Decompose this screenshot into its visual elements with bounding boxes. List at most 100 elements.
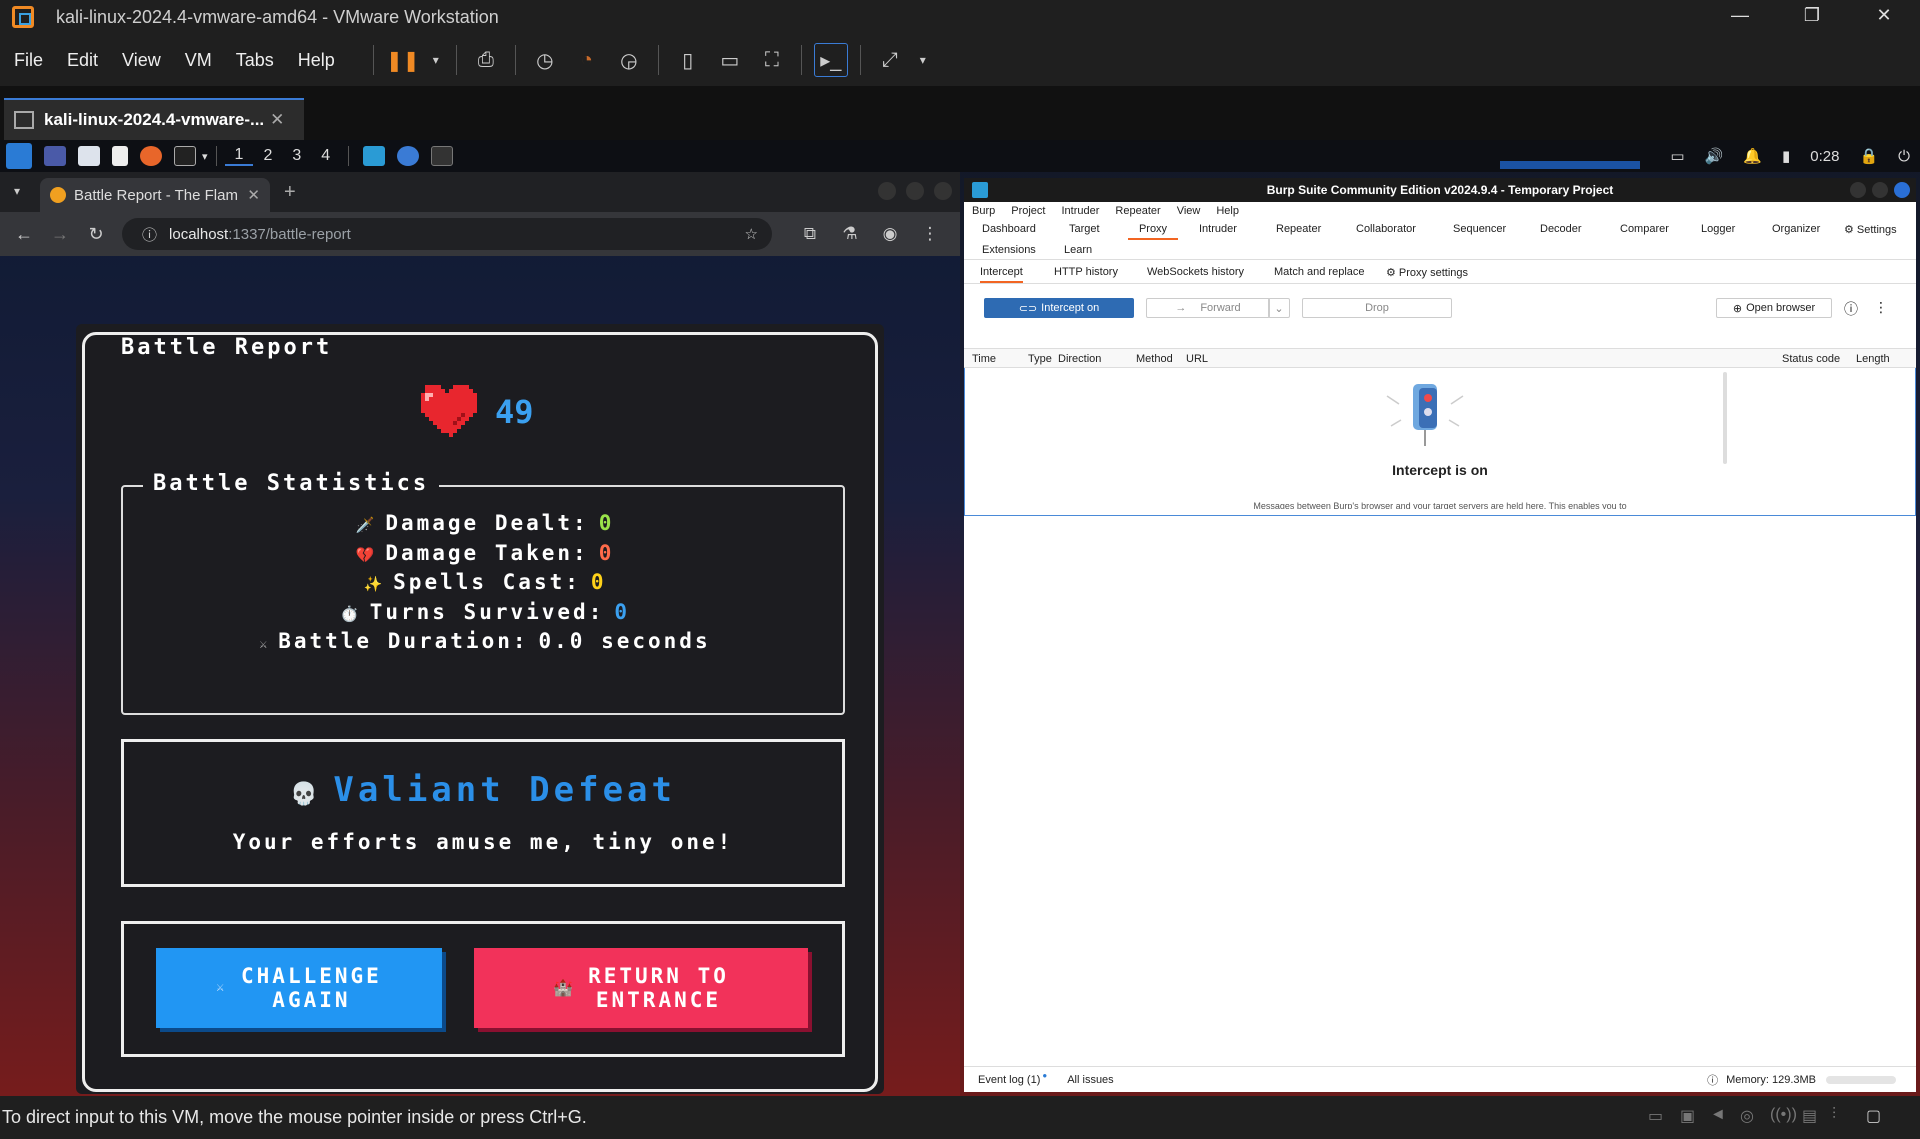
burp-task-icon[interactable] [363, 146, 386, 166]
col-url[interactable]: URL [1186, 353, 1208, 365]
power-icon[interactable]: ⏻ [1898, 148, 1910, 165]
workspace-4[interactable]: 4 [311, 147, 340, 165]
drop-button[interactable]: Drop [1302, 298, 1452, 318]
workspace-3[interactable]: 3 [282, 147, 311, 165]
menu-file[interactable]: File [4, 50, 53, 71]
window-maximize-button[interactable] [906, 182, 924, 200]
sound-icon[interactable]: ◄ [1710, 1106, 1732, 1126]
terminal-icon[interactable] [174, 146, 196, 166]
col-length[interactable]: Length [1856, 353, 1890, 365]
tab-repeater[interactable]: Repeater [1276, 223, 1321, 235]
tab-decoder[interactable]: Decoder [1540, 223, 1582, 235]
burp-menu-view[interactable]: View [1169, 205, 1209, 217]
menu-tabs[interactable]: Tabs [226, 50, 284, 71]
burp-minimize-button[interactable] [1850, 182, 1866, 198]
tab-intruder[interactable]: Intruder [1199, 223, 1237, 235]
open-browser-button[interactable]: ⊕ Open browser [1716, 298, 1832, 318]
all-issues-tab[interactable]: All issues [1067, 1074, 1113, 1086]
forward-button[interactable]: → Forward [1146, 298, 1270, 318]
panel-dropdown-icon[interactable]: ▾ [202, 150, 208, 163]
browser-menu-icon[interactable]: ⋮ [910, 224, 950, 244]
tab-dashboard[interactable]: Dashboard [982, 223, 1036, 235]
table-scrollbar[interactable] [1723, 372, 1727, 464]
intercept-toggle-button[interactable]: ⊂⊃ Intercept on [984, 298, 1134, 318]
tab-comparer[interactable]: Comparer [1620, 223, 1669, 235]
show-desktop-icon[interactable] [44, 146, 66, 166]
tab-sequencer[interactable]: Sequencer [1453, 223, 1506, 235]
vm-tab[interactable]: kali-linux-2024.4-vmware-... ✕ [4, 98, 304, 140]
extensions-icon[interactable]: ⧉ [790, 224, 830, 244]
event-log-tab[interactable]: Event log (1) [978, 1074, 1040, 1086]
burp-menu-project[interactable]: Project [1003, 205, 1053, 217]
usb-icon[interactable]: ⫶ [1832, 1106, 1854, 1126]
bookmark-star-icon[interactable]: ☆ [745, 225, 758, 243]
minimize-button[interactable]: — [1704, 0, 1776, 34]
window-task-icon[interactable] [431, 146, 454, 166]
library-icon[interactable]: ▯ [671, 43, 705, 77]
subtab-intercept[interactable]: Intercept [980, 266, 1023, 283]
tab-target[interactable]: Target [1069, 223, 1100, 235]
stretch-icon[interactable]: ⤢ [873, 43, 907, 77]
new-tab-icon[interactable]: + [284, 181, 296, 204]
fullscreen-icon[interactable]: ⛶ [755, 43, 789, 77]
col-method[interactable]: Method [1136, 353, 1173, 365]
col-status-code[interactable]: Status code [1782, 353, 1840, 365]
forward-icon[interactable]: → [42, 224, 78, 245]
kali-menu-icon[interactable] [6, 143, 32, 169]
vm-tab-close-icon[interactable]: ✕ [270, 110, 284, 130]
close-button[interactable]: ✕ [1848, 0, 1920, 34]
burp-menu-help[interactable]: Help [1208, 205, 1247, 217]
thumbnail-icon[interactable]: ▭ [713, 43, 747, 77]
window-close-button[interactable] [934, 182, 952, 200]
workspace-2[interactable]: 2 [253, 147, 282, 165]
hard-disk-icon[interactable]: ▭ [1648, 1106, 1670, 1126]
tab-logger[interactable]: Logger [1701, 223, 1735, 235]
pause-dropdown-icon[interactable]: ▾ [428, 43, 444, 77]
labs-flask-icon[interactable]: ⚗ [830, 224, 870, 244]
challenge-again-button[interactable]: ⚔ CHALLENGE AGAIN [156, 948, 442, 1028]
tab-close-icon[interactable]: ✕ [247, 186, 260, 204]
subtab-match-replace[interactable]: Match and replace [1274, 266, 1365, 278]
text-editor-icon[interactable] [112, 146, 128, 166]
tab-list-chevron-icon[interactable]: ▾ [14, 184, 20, 198]
browser-tab[interactable]: Battle Report - The Flam ✕ [40, 178, 270, 212]
subtab-websockets-history[interactable]: WebSockets history [1147, 266, 1244, 278]
lock-icon[interactable]: 🔒 [1859, 147, 1878, 165]
wireless-icon[interactable]: ((•)) [1770, 1106, 1797, 1126]
display-icon[interactable]: ▭ [1670, 147, 1684, 165]
burp-menu-repeater[interactable]: Repeater [1107, 205, 1168, 217]
printer-icon[interactable]: ▤ [1802, 1106, 1824, 1126]
burp-menu-burp[interactable]: Burp [964, 205, 1003, 217]
file-manager-icon[interactable] [78, 146, 100, 166]
workspace-1[interactable]: 1 [224, 146, 254, 166]
firefox-icon[interactable] [140, 146, 162, 166]
burp-maximize-button[interactable] [1872, 182, 1888, 198]
pause-icon[interactable]: ❚❚ [386, 43, 420, 77]
volume-icon[interactable]: 🔊 [1705, 147, 1724, 165]
message-log-icon[interactable]: ▢ [1866, 1106, 1888, 1126]
tab-extensions[interactable]: Extensions [982, 244, 1036, 256]
back-icon[interactable]: ← [6, 224, 42, 245]
menu-vm[interactable]: VM [175, 50, 222, 71]
col-direction[interactable]: Direction [1058, 353, 1101, 365]
notification-icon[interactable]: 🔔 [1743, 147, 1762, 165]
forward-dropdown-button[interactable]: ⌄ [1268, 298, 1290, 318]
menu-edit[interactable]: Edit [57, 50, 108, 71]
tab-organizer[interactable]: Organizer [1772, 223, 1820, 235]
window-minimize-button[interactable] [878, 182, 896, 200]
menu-help[interactable]: Help [288, 50, 345, 71]
tab-learn[interactable]: Learn [1064, 244, 1092, 256]
chromium-task-icon[interactable] [397, 146, 420, 166]
snapshot-manager-icon[interactable]: ◶ [612, 43, 646, 77]
burp-menu-intruder[interactable]: Intruder [1054, 205, 1108, 217]
url-input[interactable]: ⓘ localhost :1337/battle-report ☆ [122, 218, 772, 250]
tab-settings[interactable]: ⚙ Settings [1844, 223, 1897, 236]
help-icon[interactable]: ⓘ [1844, 299, 1858, 319]
network-icon[interactable]: ▣ [1680, 1106, 1702, 1126]
reload-icon[interactable]: ↻ [78, 224, 114, 245]
profile-icon[interactable]: ◉ [870, 224, 910, 244]
subtab-proxy-settings[interactable]: ⚙ Proxy settings [1386, 266, 1468, 279]
tab-proxy[interactable]: Proxy [1128, 223, 1178, 240]
stretch-dropdown-icon[interactable]: ▾ [915, 43, 931, 77]
revert-snapshot-icon[interactable]: ◔ [570, 43, 604, 77]
